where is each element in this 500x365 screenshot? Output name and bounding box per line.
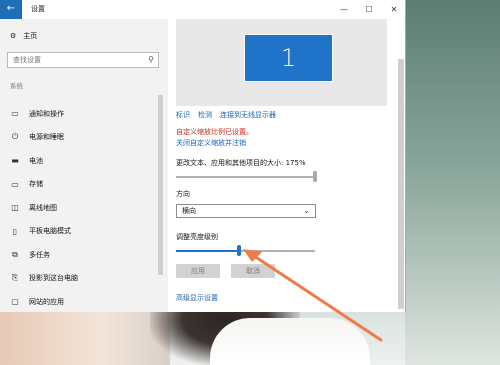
annotation-arrow [243, 249, 383, 342]
arrow-shaft [249, 252, 383, 342]
